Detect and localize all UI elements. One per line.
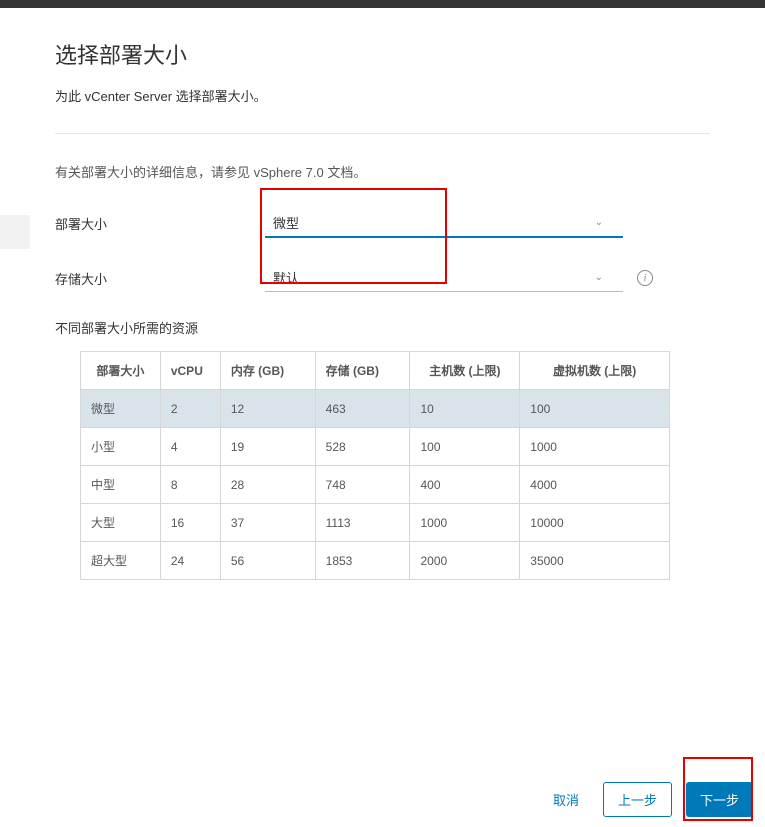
cell-storage: 1853 bbox=[315, 542, 410, 580]
cell-storage: 1113 bbox=[315, 504, 410, 542]
divider bbox=[55, 133, 710, 134]
back-button[interactable]: 上一步 bbox=[603, 782, 672, 817]
cell-vcpu: 24 bbox=[160, 542, 220, 580]
cell-vms: 100 bbox=[520, 390, 670, 428]
col-storage: 存储 (GB) bbox=[315, 352, 410, 390]
storage-size-row: 存储大小 默认 ⌄ i bbox=[55, 264, 710, 292]
col-vms: 虚拟机数 (上限) bbox=[520, 352, 670, 390]
page-title: 选择部署大小 bbox=[55, 38, 710, 70]
col-vcpu: vCPU bbox=[160, 352, 220, 390]
info-text: 有关部署大小的详细信息，请参见 vSphere 7.0 文档。 bbox=[55, 162, 710, 181]
footer-buttons: 取消 上一步 下一步 bbox=[543, 782, 753, 817]
table-header-row: 部署大小 vCPU 内存 (GB) 存储 (GB) 主机数 (上限) 虚拟机数 … bbox=[81, 352, 670, 390]
next-button[interactable]: 下一步 bbox=[686, 782, 753, 817]
cell-hosts: 10 bbox=[410, 390, 520, 428]
cell-size: 微型 bbox=[81, 390, 161, 428]
storage-size-label: 存储大小 bbox=[55, 269, 265, 288]
cell-storage: 528 bbox=[315, 428, 410, 466]
cell-vms: 4000 bbox=[520, 466, 670, 504]
cell-hosts: 2000 bbox=[410, 542, 520, 580]
storage-size-value: 默认 bbox=[273, 268, 299, 287]
col-memory: 内存 (GB) bbox=[220, 352, 315, 390]
cell-memory: 12 bbox=[220, 390, 315, 428]
cell-storage: 463 bbox=[315, 390, 410, 428]
deploy-size-select[interactable]: 微型 ⌄ bbox=[265, 209, 623, 238]
cell-size: 中型 bbox=[81, 466, 161, 504]
cell-memory: 19 bbox=[220, 428, 315, 466]
table-row[interactable]: 小型4195281001000 bbox=[81, 428, 670, 466]
cell-storage: 748 bbox=[315, 466, 410, 504]
cell-vcpu: 16 bbox=[160, 504, 220, 542]
chevron-down-icon: ⌄ bbox=[595, 272, 603, 283]
cancel-button[interactable]: 取消 bbox=[543, 782, 589, 817]
cell-size: 大型 bbox=[81, 504, 161, 542]
cell-hosts: 100 bbox=[410, 428, 520, 466]
cell-vms: 1000 bbox=[520, 428, 670, 466]
deploy-size-row: 部署大小 微型 ⌄ bbox=[55, 209, 710, 238]
deploy-size-label: 部署大小 bbox=[55, 214, 265, 233]
top-bar bbox=[0, 0, 765, 8]
info-icon[interactable]: i bbox=[637, 270, 653, 286]
table-row[interactable]: 微型21246310100 bbox=[81, 390, 670, 428]
cell-memory: 37 bbox=[220, 504, 315, 542]
table-row[interactable]: 超大型24561853200035000 bbox=[81, 542, 670, 580]
page-subtitle: 为此 vCenter Server 选择部署大小。 bbox=[55, 86, 710, 105]
cell-size: 超大型 bbox=[81, 542, 161, 580]
cell-vcpu: 4 bbox=[160, 428, 220, 466]
cell-size: 小型 bbox=[81, 428, 161, 466]
resources-section-title: 不同部署大小所需的资源 bbox=[55, 318, 710, 337]
cell-memory: 28 bbox=[220, 466, 315, 504]
cell-memory: 56 bbox=[220, 542, 315, 580]
resource-table: 部署大小 vCPU 内存 (GB) 存储 (GB) 主机数 (上限) 虚拟机数 … bbox=[80, 351, 670, 580]
cell-vms: 10000 bbox=[520, 504, 670, 542]
table-row[interactable]: 大型16371113100010000 bbox=[81, 504, 670, 542]
chevron-down-icon: ⌄ bbox=[595, 217, 603, 228]
table-row[interactable]: 中型8287484004000 bbox=[81, 466, 670, 504]
cell-vcpu: 8 bbox=[160, 466, 220, 504]
cell-vcpu: 2 bbox=[160, 390, 220, 428]
col-size: 部署大小 bbox=[81, 352, 161, 390]
storage-size-select[interactable]: 默认 ⌄ bbox=[265, 264, 623, 292]
cell-vms: 35000 bbox=[520, 542, 670, 580]
col-hosts: 主机数 (上限) bbox=[410, 352, 520, 390]
deploy-size-value: 微型 bbox=[273, 213, 299, 232]
cell-hosts: 400 bbox=[410, 466, 520, 504]
cell-hosts: 1000 bbox=[410, 504, 520, 542]
